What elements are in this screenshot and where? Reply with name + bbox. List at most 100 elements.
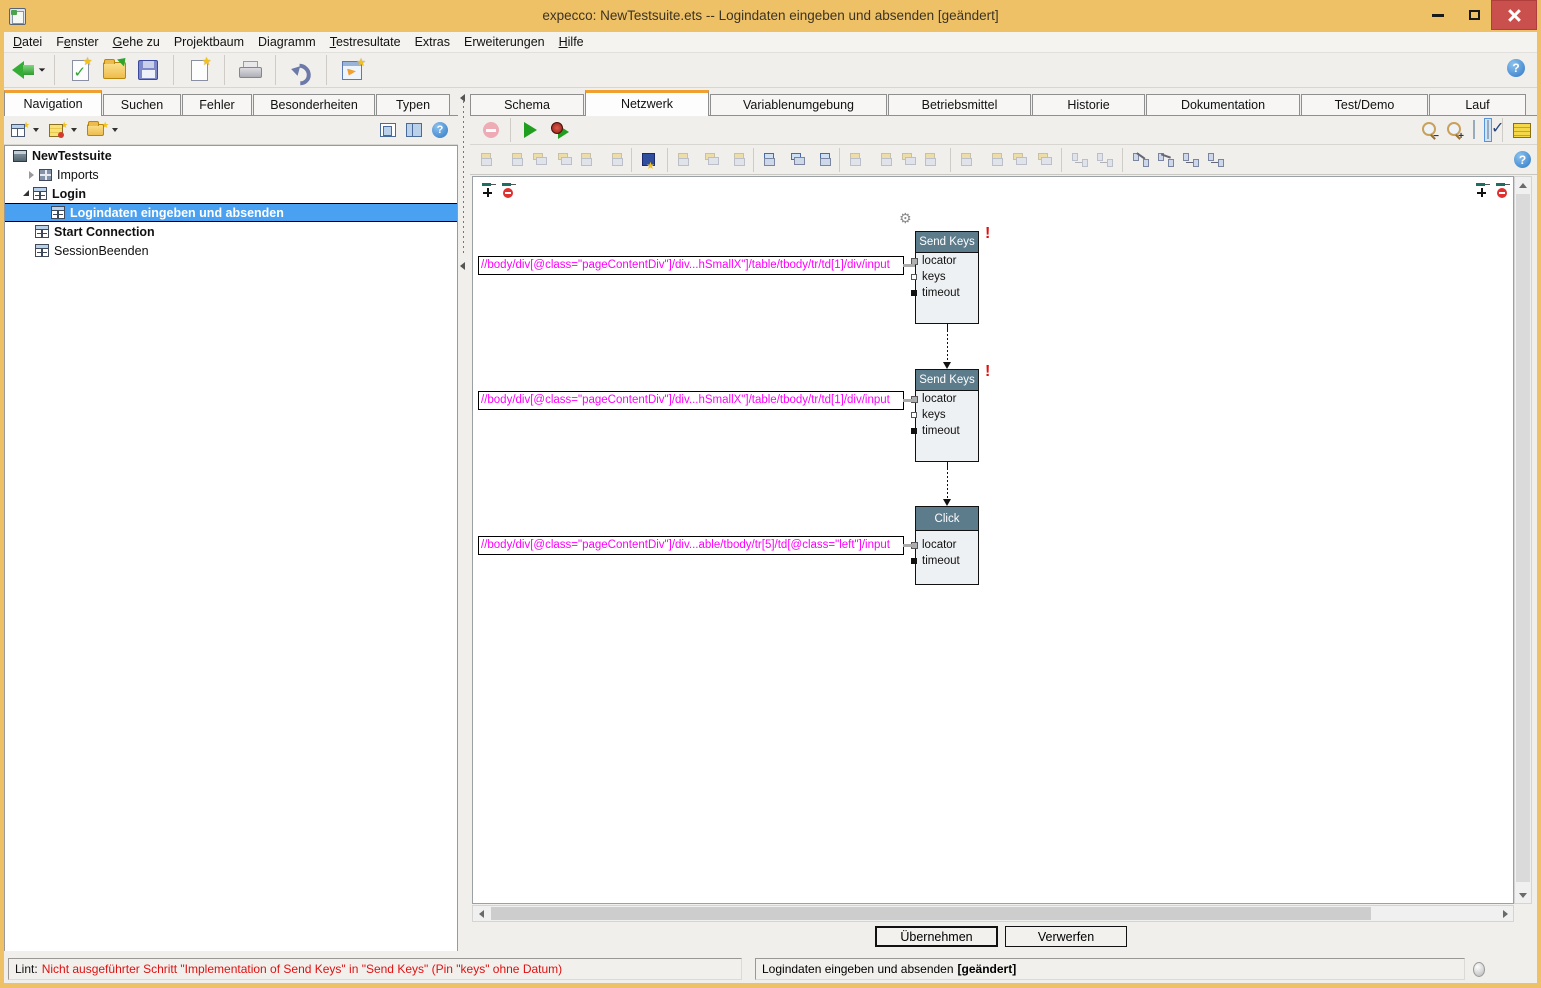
apply-button[interactable]: Übernehmen [875,926,998,947]
pin-locator[interactable]: locator [916,391,978,407]
auto-layout-button[interactable] [641,152,658,167]
node-add-button[interactable] [960,152,977,167]
remove-step-button[interactable] [476,115,506,145]
pin-square-icon[interactable] [911,290,917,296]
pin-square-icon[interactable] [911,558,917,564]
scroll-right-button[interactable] [1497,906,1513,921]
edge-node1-node2[interactable] [947,323,948,369]
tree-row-imports[interactable]: Imports [5,165,457,184]
xpath-field-2[interactable]: //body/div[@class="pageContentDiv"]/div.… [478,391,904,410]
scroll-down-button[interactable] [1515,887,1531,903]
tab-schema[interactable]: Schema [470,94,584,115]
pin-move-icon[interactable] [481,182,497,200]
edge-node2-node3[interactable] [947,461,948,506]
vscroll-thumb[interactable] [1516,194,1530,882]
move-into-button[interactable] [677,152,694,167]
tab-betriebsmittel[interactable]: Betriebsmittel [888,94,1031,115]
new-item-menu[interactable]: ★ [46,122,80,139]
menu-datei[interactable]: Datei [6,33,49,51]
menu-fenster[interactable]: Fenster [49,33,105,51]
tree-row-root[interactable]: NewTestsuite [5,146,457,165]
tab-typen[interactable]: Typen [376,94,450,115]
pin-square-icon[interactable] [911,428,917,434]
pin-square-icon[interactable] [911,274,917,280]
debug-button[interactable] [545,115,575,145]
help-icon[interactable]: ? [432,122,448,138]
add-input-pin-button[interactable] [763,152,780,167]
pin-square-icon[interactable] [911,412,917,418]
tree-row-start-connection[interactable]: Start Connection [5,222,457,241]
scroll-up-button[interactable] [1515,177,1531,193]
align-right-button[interactable] [505,152,522,167]
center-v-button[interactable] [605,152,622,167]
pin-locator[interactable]: locator [916,537,978,553]
tab-besonderheiten[interactable]: Besonderheiten [253,94,375,115]
gear-icon[interactable]: ⚙ [899,210,912,227]
move-down-button[interactable] [702,152,719,167]
chevron-down-icon[interactable] [39,68,45,71]
tab-navigation[interactable]: Navigation [4,90,102,116]
expand-arrow-icon[interactable] [29,171,35,179]
tree-row-sessionbeenden[interactable]: SessionBeenden [5,241,457,260]
menu-projektbaum[interactable]: Projektbaum [167,33,251,51]
stretch-v-button[interactable] [1010,152,1027,167]
tab-fehler[interactable]: Fehler [182,94,252,115]
collapse-arrow-icon[interactable] [23,190,29,196]
node-click[interactable]: Click locator timeout [915,506,979,585]
align-left-button[interactable] [480,152,497,167]
tree-row-login[interactable]: Login [5,184,457,203]
tab-variablenumgebung[interactable]: Variablenumgebung [710,94,887,115]
discard-button[interactable]: Verwerfen [1005,926,1127,947]
tab-historie[interactable]: Historie [1032,94,1145,115]
pin-timeout[interactable]: timeout [916,423,978,461]
disconnect-button[interactable] [1071,152,1088,167]
node-remove-button[interactable] [985,152,1002,167]
menu-hilfe[interactable]: Hilfe [552,33,591,51]
split-view-button[interactable] [406,123,422,137]
grid-toggle-button[interactable] [1470,118,1478,142]
maximize-button[interactable] [1457,0,1491,30]
zoom-out-button[interactable]: − [1420,121,1439,140]
canvas-hscrollbar[interactable] [472,905,1514,922]
move-out-button[interactable] [727,152,744,167]
menu-testresultate[interactable]: Testresultate [323,33,408,51]
snap-toggle-button[interactable] [1484,118,1492,142]
line-orthogonal-button[interactable] [1207,152,1224,167]
print-button[interactable] [233,55,267,85]
pin-keys[interactable]: keys [916,407,978,423]
add-node-button[interactable] [788,152,805,167]
menu-erweiterungen[interactable]: Erweiterungen [457,33,552,51]
minimize-button[interactable] [1419,0,1457,30]
splitter-collapse-icon[interactable] [460,262,465,270]
canvas-vscrollbar[interactable] [1514,176,1532,904]
node-send-keys-1[interactable]: Send Keys locator keys timeout [915,231,979,324]
undo-button[interactable] [284,55,318,85]
flash-down-button[interactable] [899,152,916,167]
new-folder-menu[interactable]: ★ [84,122,121,138]
new-block-menu[interactable]: ★ [8,122,42,139]
pin-timeout[interactable]: timeout [916,285,978,323]
menu-diagramm[interactable]: Diagramm [251,33,323,51]
tab-suchen[interactable]: Suchen [103,94,181,115]
hscroll-thumb[interactable] [491,907,1371,920]
help-button[interactable]: ? [1514,151,1531,168]
line-straight-button[interactable] [1132,152,1149,167]
gear-down-button[interactable] [849,152,866,167]
panel-splitter[interactable] [458,90,470,951]
tab-dokumentation[interactable]: Dokumentation [1146,94,1300,115]
menu-gehe-zu[interactable]: Gehe zu [106,33,167,51]
pin-block-icon[interactable] [501,182,517,200]
tab-lauf[interactable]: Lauf [1429,94,1526,115]
titlebar[interactable]: expecco: NewTestsuite.ets -- Logindaten … [0,0,1541,32]
check-document-button[interactable]: ★ [63,55,97,85]
export-down-button[interactable] [924,152,941,167]
diagram-canvas[interactable]: ⚙ Send Keys locator keys timeout ! //bod… [472,176,1514,904]
notes-button[interactable] [1513,123,1531,138]
close-button[interactable] [1491,0,1537,30]
splitter-collapse-icon[interactable] [460,94,465,102]
browse-window-button[interactable]: ★ [335,55,369,85]
float-window-button[interactable] [380,123,396,137]
line-bezier-button[interactable] [1157,152,1174,167]
pin-locator[interactable]: locator [916,253,978,269]
reconnect-button[interactable] [1096,152,1113,167]
